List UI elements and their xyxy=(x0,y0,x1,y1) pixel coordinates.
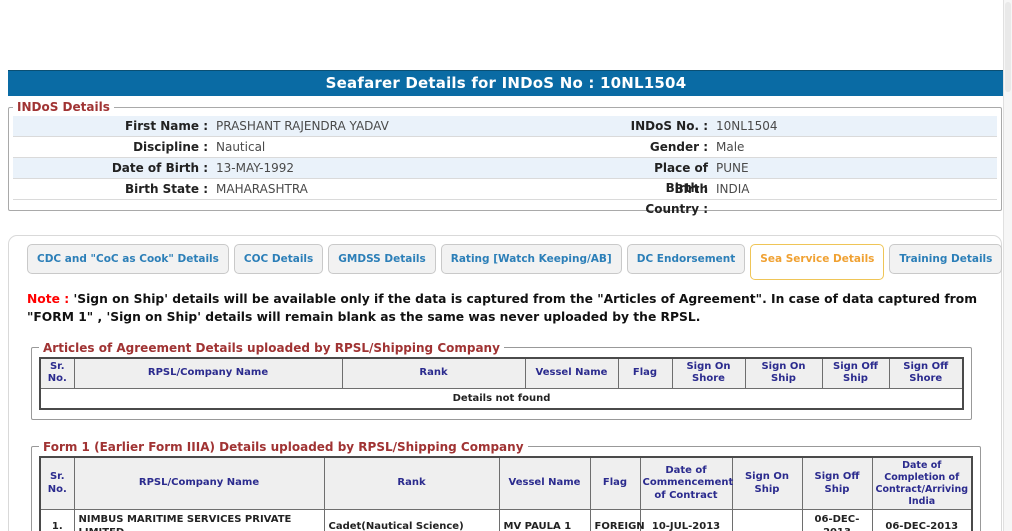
details-not-found-message: Details not found xyxy=(39,387,964,410)
tab-dc-endorsement[interactable]: DC Endorsement xyxy=(626,244,746,274)
tab-cdc-coc-cook-details[interactable]: CDC and "CoC as Cook" Details xyxy=(27,244,229,274)
form1-data-row: 1. NIMBUS MARITIME SERVICES PRIVATE LIMI… xyxy=(39,509,973,531)
scrollbar-thumb[interactable] xyxy=(1005,2,1011,92)
col-sign-off-ship: Sign Off Ship xyxy=(801,456,873,511)
tab-bar: CDC and "CoC as Cook" Details COC Detail… xyxy=(19,242,1003,280)
col-sign-on-ship: Sign On Ship xyxy=(744,357,823,389)
col-sr-no: Sr. No. xyxy=(39,357,75,389)
gender-value: Male xyxy=(716,140,745,154)
col-sign-on-shore: Sign On Shore xyxy=(671,357,746,389)
tab-coc-details[interactable]: COC Details xyxy=(233,244,324,274)
first-name-value: PRASHANT RAJENDRA YADAV xyxy=(216,119,389,133)
tab-rating-watch-keeping-ab[interactable]: Rating [Watch Keeping/AB] xyxy=(440,244,622,274)
col-rpsl-company-name: RPSL/Company Name xyxy=(73,357,343,389)
discipline-label: Discipline : xyxy=(133,140,208,154)
col-flag: Flag xyxy=(589,456,641,511)
cell-vessel-name: MV PAULA 1 xyxy=(498,509,591,531)
tab-sea-service-details[interactable]: Sea Service Details xyxy=(750,244,885,280)
discipline-value: Nautical xyxy=(216,140,266,154)
form1-section: Form 1 (Earlier Form IIIA) Details uploa… xyxy=(31,439,981,531)
cell-sr-no: 1. xyxy=(39,509,75,531)
cell-date-of-completion: 06-DEC-2013 xyxy=(871,509,973,531)
birth-country-value: INDIA xyxy=(716,182,750,196)
indos-row-name: First Name : PRASHANT RAJENDRA YADAV IND… xyxy=(13,116,997,137)
cell-rank: Cadet(Nautical Science) xyxy=(323,509,500,531)
cell-sign-on-ship xyxy=(731,509,803,531)
note-label: Note : xyxy=(27,292,70,306)
form1-table: Sr. No. RPSL/Company Name Rank Vessel Na… xyxy=(39,455,973,531)
indos-no-value: 10NL1504 xyxy=(716,119,778,133)
articles-header-row: Sr. No. RPSL/Company Name Rank Vessel Na… xyxy=(39,357,964,389)
form1-legend: Form 1 (Earlier Form IIIA) Details uploa… xyxy=(43,439,524,454)
indos-row-birth: Date of Birth : 13-MAY-1992 Place of Bir… xyxy=(13,158,997,195)
tab-gmdss-details[interactable]: GMDSS Details xyxy=(328,244,436,274)
col-rank: Rank xyxy=(323,456,500,511)
indos-row-discipline: Discipline : Nautical Gender : Male xyxy=(13,137,997,158)
col-sign-off-shore: Sign Off Shore xyxy=(888,357,964,389)
col-sr-no: Sr. No. xyxy=(39,456,75,511)
indos-details-section: INDoS Details First Name : PRASHANT RAJE… xyxy=(8,100,1002,216)
tab-content-panel: CDC and "CoC as Cook" Details COC Detail… xyxy=(8,235,1003,531)
cell-date-of-commencement: 10-JUL-2013 xyxy=(639,509,733,531)
birth-state-label: Birth State : xyxy=(125,182,208,196)
note-text: 'Sign on Ship' details will be available… xyxy=(27,292,978,325)
birth-state-value: MAHARASHTRA xyxy=(216,182,308,196)
col-rank: Rank xyxy=(341,357,526,389)
birth-country-label: Birth Country : xyxy=(645,182,708,216)
col-vessel-name: Vessel Name xyxy=(524,357,619,389)
col-sign-off-ship: Sign Off Ship xyxy=(821,357,890,389)
col-rpsl-company-name: RPSL/Company Name xyxy=(73,456,325,511)
cell-flag: FOREIGN xyxy=(589,509,645,531)
first-name-label: First Name : xyxy=(124,119,208,133)
tab-training-details[interactable]: Training Details xyxy=(889,244,1003,274)
col-flag: Flag xyxy=(617,357,673,389)
vertical-scrollbar[interactable] xyxy=(1003,0,1012,531)
indos-row-state: Birth State : MAHARASHTRA Birth Country … xyxy=(13,179,997,216)
articles-empty-row: Details not found xyxy=(39,387,964,410)
cell-rpsl-company-name: NIMBUS MARITIME SERVICES PRIVATE LIMITED xyxy=(73,509,325,531)
col-vessel-name: Vessel Name xyxy=(498,456,591,511)
articles-of-agreement-table: Sr. No. RPSL/Company Name Rank Vessel Na… xyxy=(39,356,964,410)
articles-of-agreement-section: Articles of Agreement Details uploaded b… xyxy=(31,340,972,420)
form1-header-row: Sr. No. RPSL/Company Name Rank Vessel Na… xyxy=(39,456,973,511)
articles-of-agreement-legend: Articles of Agreement Details uploaded b… xyxy=(43,340,500,355)
gender-label: Gender : xyxy=(649,140,708,154)
col-date-of-commencement: Date of Commencement of Contract xyxy=(639,456,733,511)
indos-no-label: INDoS No. : xyxy=(630,119,708,133)
sign-on-ship-note: Note : 'Sign on Ship' details will be av… xyxy=(27,290,987,327)
col-sign-on-ship: Sign On Ship xyxy=(731,456,803,511)
page-title: Seafarer Details for INDoS No : 10NL1504 xyxy=(8,70,1004,96)
col-date-of-completion: Date of Completion of Contract/Arriving … xyxy=(871,456,973,511)
indos-details-legend: INDoS Details xyxy=(17,100,110,114)
cell-sign-off-ship: 06-DEC-2013 xyxy=(801,509,873,531)
